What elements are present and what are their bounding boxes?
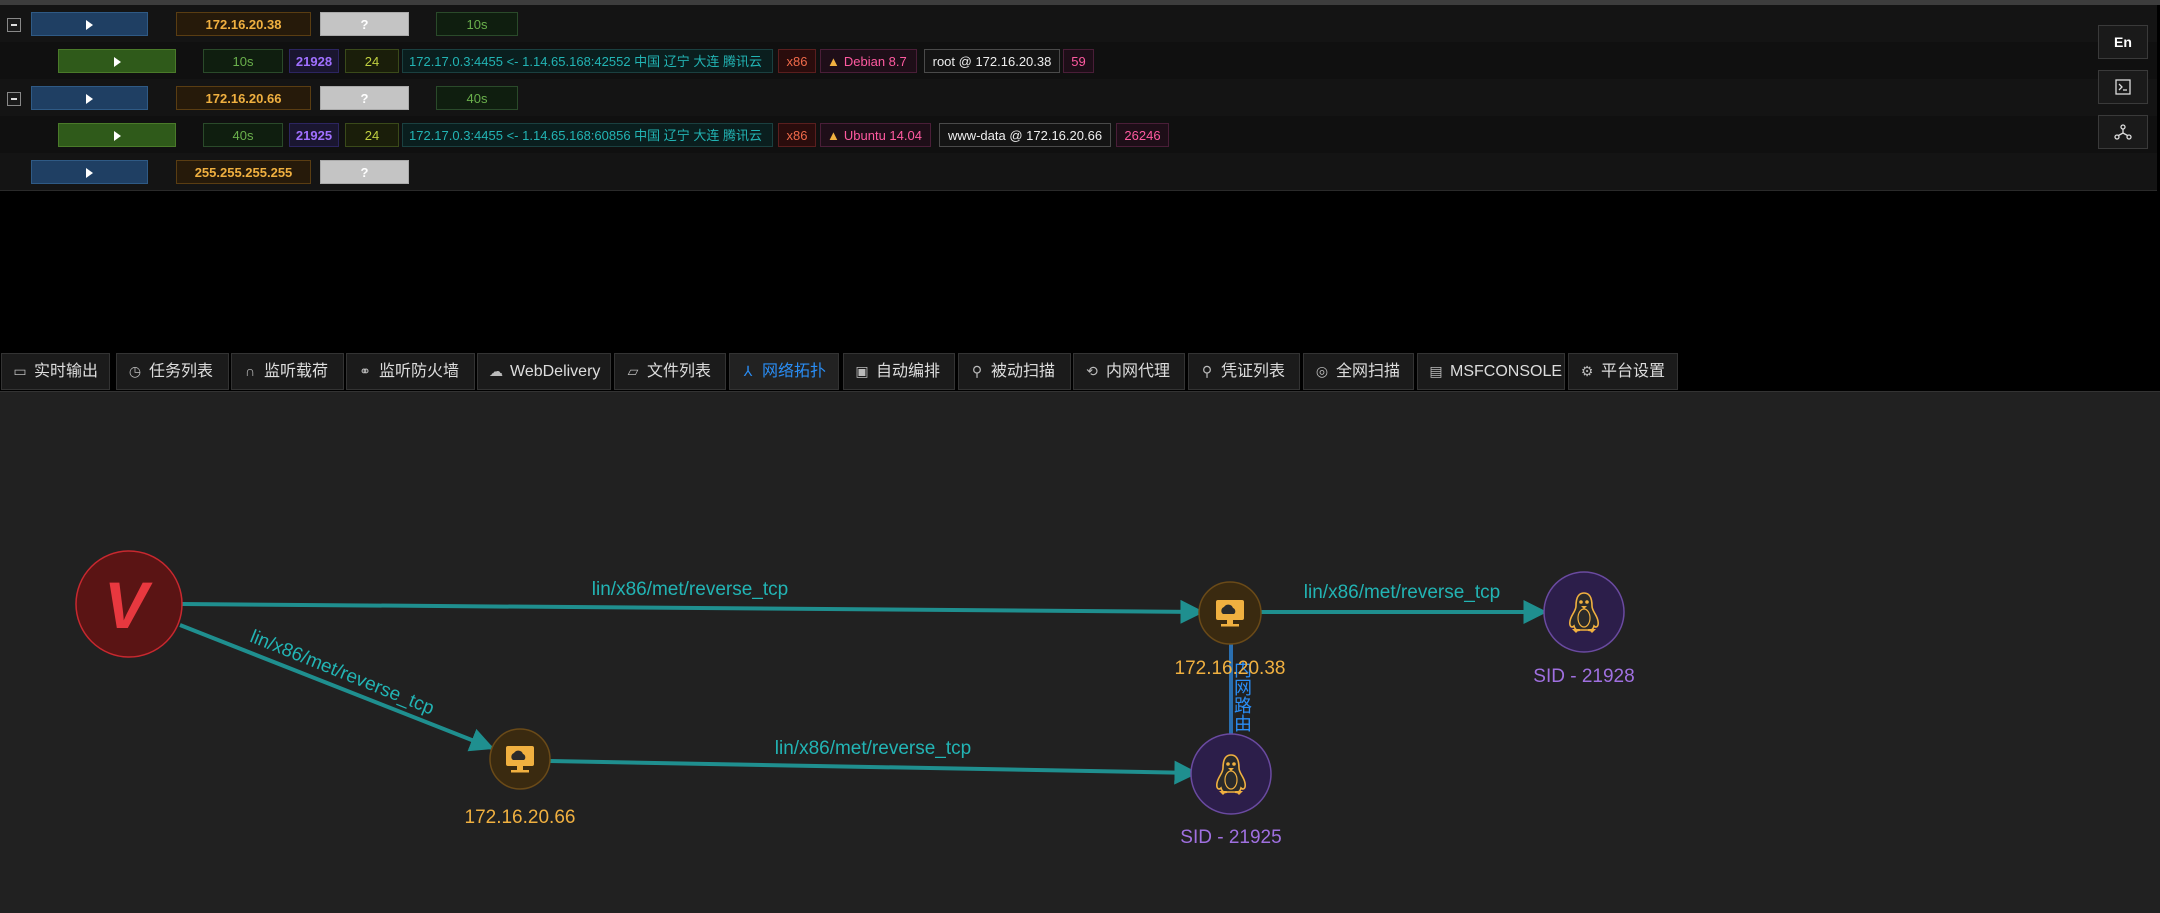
host-time: 40s	[436, 86, 518, 110]
host-time: 10s	[436, 12, 518, 36]
session-user: www-data @ 172.16.20.66	[939, 123, 1111, 147]
link-icon: ⚭	[359, 363, 371, 379]
tab-webdelivery[interactable]: ☁ WebDelivery	[477, 353, 611, 390]
terminal-button[interactable]	[2098, 70, 2148, 104]
topology-canvas[interactable]: lin/x86/met/reverse_tcp lin/x86/met/reve…	[0, 392, 2160, 913]
tab-network-topology[interactable]: ⅄ 网络拓扑	[729, 353, 839, 390]
session-netmask: 24	[345, 123, 399, 147]
session-arch: x86	[778, 49, 816, 73]
session-os: ▲ Ubuntu 14.04	[820, 123, 931, 147]
topology-icon	[2114, 124, 2132, 140]
host-os-unknown: ?	[320, 12, 409, 36]
session-pid: 26246	[1116, 123, 1169, 147]
gear-icon: ⚙	[1580, 363, 1594, 379]
language-button[interactable]: En	[2098, 25, 2148, 59]
play-icon	[113, 57, 121, 67]
session-time: 10s	[203, 49, 283, 73]
host-node[interactable]: 172.16.20.38	[1175, 581, 1286, 679]
host-os-unknown: ?	[320, 160, 409, 184]
host-ip: 255.255.255.255	[176, 160, 311, 184]
host-node-label: 172.16.20.38	[1175, 658, 1286, 679]
topology-edge	[179, 623, 495, 752]
edge-label: lin/x86/met/reverse_tcp	[592, 579, 788, 600]
root-label: V	[104, 568, 153, 642]
play-icon	[86, 168, 93, 178]
session-row[interactable]: 40s 21925 24 172.17.0.3:4455 <- 1.14.65.…	[0, 116, 2157, 154]
root-node[interactable]: V	[75, 550, 183, 658]
robot-icon: ▣	[855, 363, 869, 379]
tab-credential-list[interactable]: ⚲ 凭证列表	[1188, 353, 1300, 390]
tab-passive-scan[interactable]: ⚲ 被动扫描	[958, 353, 1071, 390]
session-node[interactable]: SID - 21925	[1180, 733, 1282, 848]
edge-label: lin/x86/met/reverse_tcp	[1304, 582, 1500, 603]
tab-task-list[interactable]: ◷ 任务列表	[116, 353, 229, 390]
host-action-button[interactable]	[31, 160, 148, 184]
session-time: 40s	[203, 123, 283, 147]
clock-icon: ◷	[128, 363, 142, 379]
session-connection: 172.17.0.3:4455 <- 1.14.65.168:60856 中国 …	[402, 123, 773, 147]
host-os-unknown: ?	[320, 86, 409, 110]
session-arch: x86	[778, 123, 816, 147]
session-connection: 172.17.0.3:4455 <- 1.14.65.168:42552 中国 …	[402, 49, 773, 73]
host-ip: 172.16.20.38	[176, 12, 311, 36]
host-row[interactable]: 172.16.20.38 ? 10s	[0, 5, 2157, 43]
tab-file-list[interactable]: ▱ 文件列表	[614, 353, 726, 390]
headphones-icon: ∩	[244, 363, 256, 379]
monitor-icon: ▭	[13, 363, 27, 379]
session-action-button[interactable]	[58, 49, 176, 73]
session-pid: 59	[1063, 49, 1094, 73]
radar-icon: ◎	[1315, 363, 1329, 379]
folder-icon: ▱	[627, 363, 639, 379]
session-action-button[interactable]	[58, 123, 176, 147]
tab-intranet-proxy[interactable]: ⟲ 内网代理	[1073, 353, 1185, 390]
play-icon	[113, 131, 121, 141]
search-icon: ⚲	[971, 363, 983, 379]
session-node-label: SID - 21928	[1533, 666, 1634, 687]
tab-listener-payload[interactable]: ∩ 监听载荷	[231, 353, 344, 390]
topology-icon: ⅄	[743, 363, 753, 379]
host-ip: 172.16.20.66	[176, 86, 311, 110]
session-user: root @ 172.16.20.38	[924, 49, 1060, 73]
key-search-icon: ⚲	[1201, 363, 1213, 379]
host-action-button[interactable]	[31, 86, 148, 110]
tab-platform-settings[interactable]: ⚙ 平台设置	[1568, 353, 1678, 390]
terminal-icon	[2115, 79, 2131, 95]
session-node-label: SID - 21925	[1180, 827, 1281, 848]
topology-edge	[181, 599, 1205, 624]
tab-realtime-output[interactable]: ▭ 实时输出	[1, 353, 110, 390]
edge-label: lin/x86/met/reverse_tcp	[775, 738, 971, 759]
session-sid: 21928	[289, 49, 339, 73]
topology-graph[interactable]: lin/x86/met/reverse_tcp lin/x86/met/reve…	[0, 392, 2160, 913]
play-icon	[86, 94, 93, 104]
session-netmask: 24	[345, 49, 399, 73]
session-row[interactable]: 10s 21928 24 172.17.0.3:4455 <- 1.14.65.…	[0, 42, 2157, 80]
proxy-icon: ⟲	[1086, 363, 1098, 379]
host-action-button[interactable]	[31, 12, 148, 36]
host-row[interactable]: 172.16.20.66 ? 40s	[0, 79, 2157, 117]
tab-listener-firewall[interactable]: ⚭ 监听防火墙	[346, 353, 475, 390]
collapse-button[interactable]	[7, 92, 21, 106]
session-os: ▲ Debian 8.7	[820, 49, 917, 73]
tab-bar: ▭ 实时输出 ◷ 任务列表 ∩ 监听载荷 ⚭ 监听防火墙 ☁ WebDelivery ▱ 文…	[0, 351, 2160, 392]
tab-full-network-scan[interactable]: ◎ 全网扫描	[1303, 353, 1414, 390]
host-row[interactable]: 255.255.255.255 ?	[0, 153, 2157, 191]
session-node[interactable]: SID - 21928	[1533, 571, 1635, 687]
cloud-icon: ☁	[489, 363, 503, 379]
host-node-label: 172.16.20.66	[465, 807, 576, 828]
play-icon	[86, 20, 93, 30]
session-sid: 21925	[289, 123, 339, 147]
linux-icon: ▲	[827, 54, 840, 69]
topology-button[interactable]	[2098, 115, 2148, 149]
tab-auto-orchestrate[interactable]: ▣ 自动编排	[843, 353, 955, 390]
linux-icon: ▲	[827, 128, 840, 143]
edge-label: lin/x86/met/reverse_tcp	[247, 626, 437, 719]
topology-edge	[549, 759, 1199, 785]
collapse-button[interactable]	[7, 18, 21, 32]
tab-msfconsole[interactable]: ▤ MSFCONSOLE	[1417, 353, 1565, 390]
console-icon: ▤	[1429, 363, 1443, 379]
